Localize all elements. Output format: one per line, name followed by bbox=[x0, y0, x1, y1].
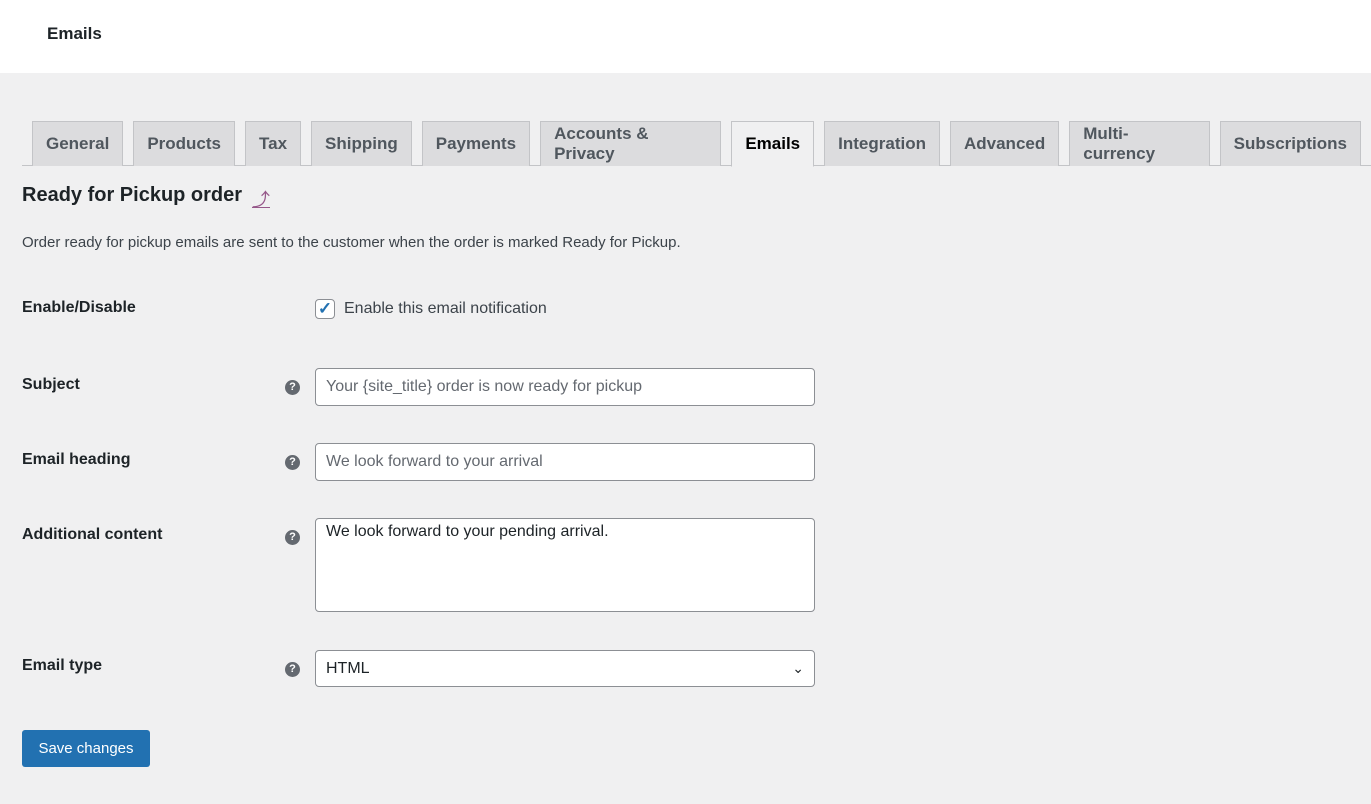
page-title: Emails bbox=[47, 24, 102, 43]
enable-label: Enable/Disable bbox=[22, 299, 136, 316]
email-type-value: HTML bbox=[326, 659, 370, 677]
tab-emails[interactable]: Emails bbox=[731, 121, 815, 167]
tab-integration[interactable]: Integration bbox=[824, 121, 940, 166]
tab-subscriptions[interactable]: Subscriptions bbox=[1219, 121, 1361, 166]
tab-general[interactable]: General bbox=[32, 121, 124, 166]
tab-multi-currency[interactable]: Multi-currency bbox=[1069, 121, 1210, 166]
email-heading-label: Email heading bbox=[22, 451, 131, 468]
tab-shipping[interactable]: Shipping bbox=[311, 121, 412, 166]
tab-products[interactable]: Products bbox=[133, 121, 235, 166]
section-title: Ready for Pickup order bbox=[22, 184, 243, 206]
enable-checkbox-label[interactable]: Enable this email notification bbox=[344, 300, 547, 318]
tab-tax[interactable]: Tax bbox=[245, 121, 302, 166]
subject-label: Subject bbox=[22, 376, 80, 393]
help-icon[interactable]: ? bbox=[285, 380, 300, 395]
email-type-select[interactable]: HTML ⌄ bbox=[315, 650, 815, 687]
email-heading-input[interactable]: We look forward to your arrival bbox=[315, 443, 815, 481]
tab-payments[interactable]: Payments bbox=[421, 121, 531, 166]
help-icon[interactable]: ? bbox=[285, 530, 300, 545]
settings-tabs: General Products Tax Shipping Payments A… bbox=[22, 121, 1371, 167]
additional-content-textarea[interactable]: We look forward to your pending arrival. bbox=[315, 518, 815, 612]
enable-checkbox[interactable]: ✓ bbox=[315, 299, 335, 319]
subject-placeholder: Your {site_title} order is now ready for… bbox=[326, 378, 643, 395]
email-type-label: Email type bbox=[22, 657, 103, 674]
top-bar: Emails bbox=[0, 0, 1371, 73]
additional-content-value: We look forward to your pending arrival. bbox=[326, 523, 609, 540]
tab-accounts-privacy[interactable]: Accounts & Privacy bbox=[540, 121, 722, 166]
chevron-down-icon: ⌄ bbox=[792, 660, 804, 676]
additional-content-label: Additional content bbox=[22, 526, 163, 543]
save-changes-button[interactable]: Save changes bbox=[22, 730, 150, 767]
subject-input[interactable]: Your {site_title} order is now ready for… bbox=[315, 368, 815, 406]
help-icon[interactable]: ? bbox=[285, 455, 300, 470]
email-heading-placeholder: We look forward to your arrival bbox=[326, 453, 543, 470]
section-description: Order ready for pickup emails are sent t… bbox=[22, 234, 681, 251]
help-icon[interactable]: ? bbox=[285, 662, 300, 677]
return-arrow-icon[interactable]: ⤴ bbox=[252, 186, 270, 212]
tab-advanced[interactable]: Advanced bbox=[949, 121, 1060, 166]
